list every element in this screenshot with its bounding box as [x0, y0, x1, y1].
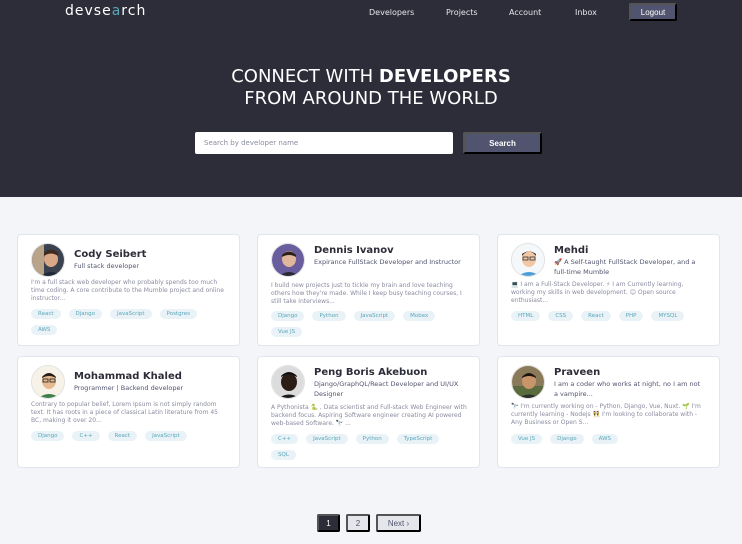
skill-tag: HTML	[511, 311, 541, 321]
skill-tags: Django Python JavaScript Mobex Vue JS	[271, 311, 469, 337]
skill-tag: Postgres	[159, 309, 197, 319]
skill-tag: Django	[550, 434, 584, 444]
nav-projects[interactable]: Projects	[446, 2, 478, 22]
developer-name[interactable]: Dennis Ivanov	[314, 245, 394, 256]
search-input[interactable]: Search by developer name	[195, 132, 453, 154]
skill-tag: MYSQL	[651, 311, 685, 321]
skill-tag: React	[31, 309, 61, 319]
skill-tag: Mobex	[403, 311, 436, 321]
skill-tag: AWS	[31, 325, 58, 335]
nav-developers[interactable]: Developers	[369, 2, 414, 22]
pagination-page-2[interactable]: 2	[346, 514, 370, 532]
developer-bio: 💻 I am a Full-Stack Developer. ⚡ I am Cu…	[511, 281, 684, 304]
developer-role: 🚀 A Self-taught FullStack Developer, and…	[554, 258, 696, 276]
hero-headline: CONNECT WITH DEVELOPERS FROM AROUND THE …	[231, 66, 511, 109]
developer-name[interactable]: Cody Seibert	[74, 249, 146, 260]
developer-bio: I'm a full stack web developer who proba…	[31, 279, 224, 302]
developer-card[interactable]: Mehdi 🚀 A Self-taught FullStack Develope…	[497, 234, 720, 346]
avatar	[31, 243, 65, 277]
skill-tag: React	[581, 311, 611, 321]
developer-card[interactable]: Cody Seibert Full stack developer I'm a …	[17, 234, 240, 346]
logout-button[interactable]: Logout	[629, 3, 677, 21]
developer-role: Django/GraphQL/React Developer and UI/UX…	[314, 380, 459, 398]
pagination-next-button[interactable]: Next ›	[376, 514, 421, 532]
skill-tag: AWS	[591, 434, 619, 444]
skill-tag: Python	[312, 311, 346, 321]
avatar	[31, 365, 65, 399]
developer-bio: 🔭 I'm currently working on - Python, Dja…	[511, 403, 701, 426]
skill-tag: Django	[68, 309, 102, 319]
developer-card[interactable]: Praveen I am a coder who works at night,…	[497, 356, 720, 468]
skill-tags: Vue JS Django AWS	[511, 434, 709, 444]
nav-inbox[interactable]: Inbox	[575, 2, 597, 22]
skill-tags: HTML CSS React PHP MYSQL	[511, 311, 709, 321]
skill-tag: React	[107, 431, 138, 441]
developer-name[interactable]: Mohammad Khaled	[74, 371, 182, 382]
skill-tag: JavaScript	[306, 434, 348, 444]
developer-role: Expirance FullStack Developer and Instru…	[314, 258, 461, 266]
pagination-page-1[interactable]: 1	[317, 514, 340, 532]
skill-tags: C++ JavaScript Python TypeScript SQL	[271, 434, 469, 460]
developer-name[interactable]: Mehdi	[554, 245, 588, 256]
skill-tags: Django C++ React JavaScript	[31, 431, 229, 441]
developer-name[interactable]: Peng Boris Akebuon	[314, 367, 427, 378]
skill-tag: JavaScript	[353, 311, 396, 321]
search-button[interactable]: Search	[463, 132, 542, 154]
skill-tag: Django	[271, 311, 305, 321]
developer-card[interactable]: Dennis Ivanov Expirance FullStack Develo…	[257, 234, 480, 346]
skill-tag: TypeScript	[396, 434, 440, 444]
developer-bio: A Pythonista 🐍 , Data scientist and Full…	[271, 404, 467, 427]
developer-card[interactable]: Peng Boris Akebuon Django/GraphQL/React …	[257, 356, 480, 468]
skill-tag: SQL	[271, 450, 296, 460]
skill-tag: Vue JS	[511, 434, 543, 444]
avatar	[511, 365, 545, 399]
developer-role: I am a coder who works at night, no I am…	[554, 380, 701, 398]
skill-tag: Python	[355, 434, 389, 444]
skill-tag: JavaScript	[145, 431, 187, 441]
avatar	[271, 243, 305, 277]
skill-tags: React Django JavaScript Postgres AWS	[31, 309, 229, 335]
developer-name[interactable]: Praveen	[554, 367, 600, 378]
skill-tag: PHP	[618, 311, 644, 321]
developer-bio: Contrary to popular belief, Lorem Ipsum …	[31, 401, 218, 424]
avatar	[511, 243, 545, 277]
hero-section: devsearch Developers Projects Account In…	[0, 0, 742, 197]
developer-role: Full stack developer	[74, 262, 140, 270]
avatar	[271, 365, 305, 399]
skill-tag: C++	[271, 434, 299, 444]
skill-tag: Django	[31, 431, 65, 441]
nav-account[interactable]: Account	[509, 2, 541, 22]
developer-card[interactable]: Mohammad Khaled Programmer | Backend dev…	[17, 356, 240, 468]
developer-role: Programmer | Backend developer	[74, 384, 184, 392]
developer-bio: I build new projects just to tickle my b…	[271, 282, 462, 305]
skill-tag: C++	[72, 431, 100, 441]
skill-tag: Vue JS	[271, 327, 303, 337]
logo[interactable]: devsearch	[65, 3, 146, 19]
skill-tag: CSS	[548, 311, 574, 321]
skill-tag: JavaScript	[110, 309, 152, 319]
